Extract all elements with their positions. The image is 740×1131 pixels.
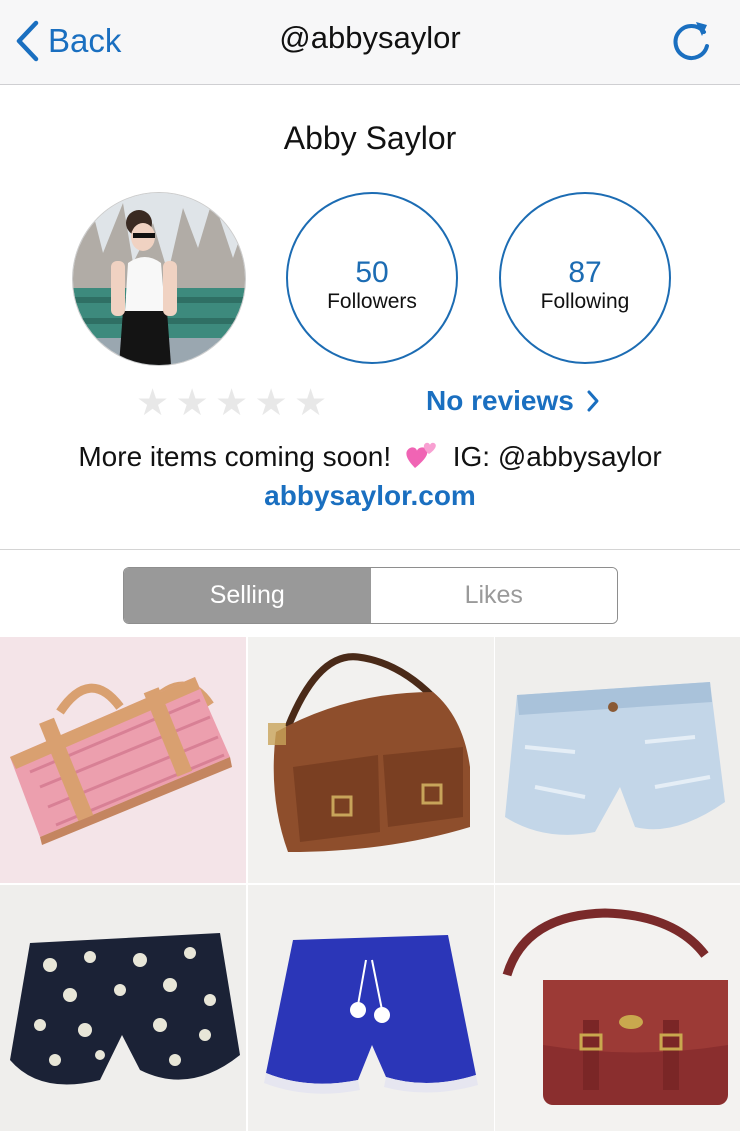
navigation-bar: Back @abbysaylor bbox=[0, 0, 740, 85]
followers-label: Followers bbox=[327, 290, 417, 313]
profile-name: Abby Saylor bbox=[283, 120, 457, 156]
star-icon: ★ bbox=[215, 382, 249, 423]
bio-text: More items coming soon! bbox=[78, 441, 392, 472]
two-hearts-icon bbox=[406, 442, 436, 468]
item-tile-burgundy-leather-satchel[interactable] bbox=[495, 885, 740, 1131]
item-tile-royal-blue-lace-shorts[interactable] bbox=[248, 885, 494, 1131]
avatar[interactable] bbox=[72, 192, 246, 366]
refresh-button[interactable] bbox=[666, 16, 716, 66]
tab-selling[interactable]: Selling bbox=[124, 568, 371, 623]
chevron-right-icon bbox=[587, 390, 599, 412]
item-tile-light-wash-denim-shorts[interactable] bbox=[495, 637, 740, 883]
item-tile-pink-monogram-handbag[interactable] bbox=[0, 637, 246, 883]
star-icon: ★ bbox=[175, 382, 209, 423]
profile-bio: More items coming soon! IG: @abbysaylor bbox=[0, 440, 740, 473]
rating-stars: ★ ★ ★ ★ ★ bbox=[136, 384, 334, 421]
section-divider bbox=[0, 549, 740, 550]
item-tile-brown-leather-hobo-bag[interactable] bbox=[248, 637, 494, 883]
star-icon: ★ bbox=[294, 382, 328, 423]
following-count: 87 bbox=[568, 256, 602, 289]
followers-count: 50 bbox=[355, 256, 389, 289]
reviews-label: No reviews bbox=[426, 385, 574, 416]
star-icon: ★ bbox=[254, 382, 288, 423]
item-tile-navy-floral-shorts[interactable] bbox=[0, 885, 246, 1131]
bio-suffix: IG: @abbysaylor bbox=[452, 441, 662, 472]
following-stat[interactable]: 87 Following bbox=[499, 192, 671, 364]
star-icon: ★ bbox=[136, 382, 170, 423]
refresh-icon bbox=[673, 22, 709, 60]
following-label: Following bbox=[540, 290, 630, 313]
website-link[interactable]: abbysaylor.com bbox=[0, 480, 740, 512]
followers-stat[interactable]: 50 Followers bbox=[286, 192, 458, 364]
tab-segmented-control: Selling Likes bbox=[123, 567, 618, 624]
items-grid bbox=[0, 637, 740, 1131]
page-title: @abbysaylor bbox=[279, 20, 461, 55]
reviews-link[interactable]: No reviews bbox=[426, 385, 600, 417]
tab-likes[interactable]: Likes bbox=[370, 568, 617, 623]
